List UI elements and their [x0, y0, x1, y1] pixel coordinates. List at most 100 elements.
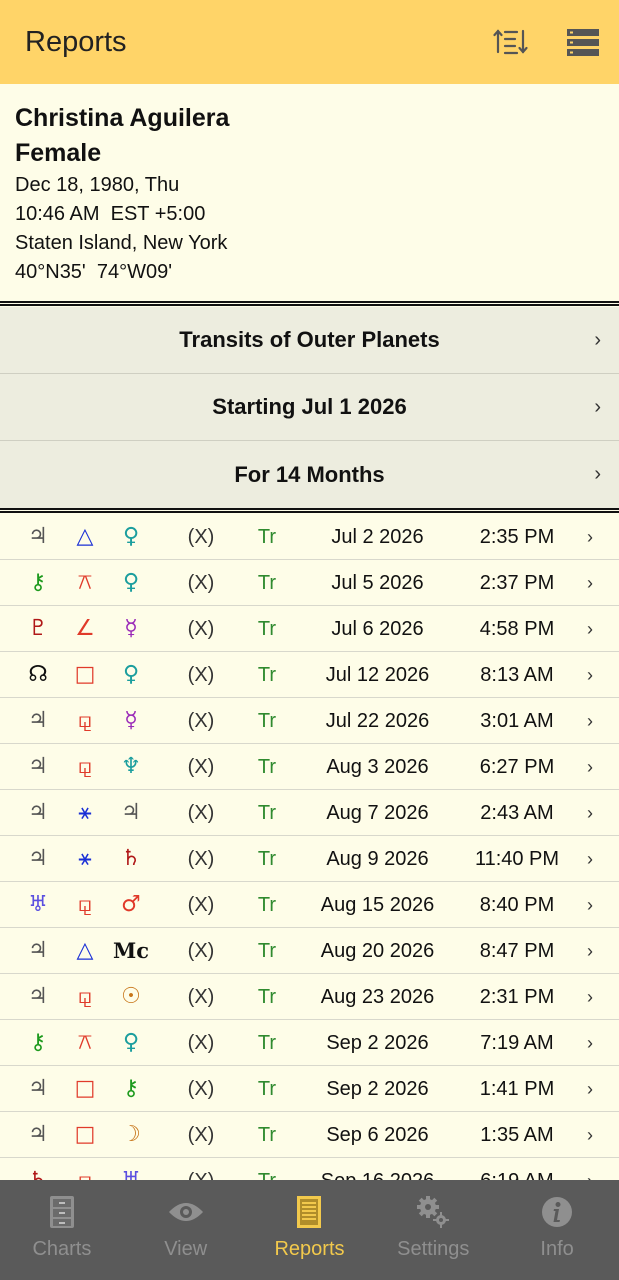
divider: [0, 508, 619, 513]
transit-planet-glyph: ⚷: [29, 1030, 47, 1055]
transit-type: Tr: [257, 1078, 277, 1100]
transit-row[interactable]: ♃ ⚼ ☿ (X) Tr Jul 22 2026 3:01 AM ›: [0, 698, 619, 744]
natal-point-glyph: ☿: [124, 616, 138, 641]
transit-time: 2:35 PM: [479, 526, 555, 548]
transit-type: Tr: [257, 986, 277, 1008]
transit-planet-glyph: ♇: [28, 616, 48, 641]
report-type-row[interactable]: Transits of Outer Planets ›: [0, 307, 619, 374]
transit-type: Tr: [257, 894, 277, 916]
transit-date: Aug 20 2026: [320, 940, 435, 962]
nav-charts-label: Charts: [32, 1238, 92, 1260]
transit-date: Jul 2 2026: [331, 526, 424, 548]
page-title: Reports: [25, 26, 127, 58]
nav-reports-label: Reports: [274, 1238, 345, 1260]
aspect-flag: (X): [187, 756, 215, 778]
transit-date: Sep 2 2026: [326, 1032, 429, 1054]
gears-icon: [417, 1196, 450, 1228]
aspect-glyph: ⚹: [78, 800, 92, 825]
transit-time: 6:19 AM: [462, 1158, 572, 1180]
chevron-right-icon: ›: [587, 1079, 593, 1099]
transit-row[interactable]: ♃ ⚹ ♃ (X) Tr Aug 7 2026 2:43 AM ›: [0, 790, 619, 836]
duration-row[interactable]: For 14 Months ›: [0, 441, 619, 508]
transit-row[interactable]: ⚷ ⚻ ♀ (X) Tr Sep 2 2026 7:19 AM ›: [0, 1020, 619, 1066]
transit-time: 1:35 AM: [480, 1124, 554, 1146]
chevron-right-icon: ›: [594, 396, 601, 418]
aspect-glyph: □: [74, 1076, 96, 1101]
aspect-flag: (X): [187, 940, 215, 962]
transit-row[interactable]: ♅ ⚼ ♂ (X) Tr Aug 15 2026 8:40 PM ›: [0, 882, 619, 928]
nav-reports[interactable]: Reports: [248, 1180, 372, 1280]
aspect-flag: (X): [187, 710, 215, 732]
transit-type: Tr: [257, 848, 277, 870]
transit-planet-glyph: ♃: [28, 524, 48, 549]
chart-info-panel: Christina Aguilera Female Dec 18, 1980, …: [0, 84, 619, 302]
natal-point-glyph: ♅: [110, 1158, 152, 1180]
transit-time: 1:41 PM: [479, 1078, 555, 1100]
transit-date: Sep 6 2026: [326, 1124, 429, 1146]
aspect-flag: (X): [187, 986, 215, 1008]
transit-date: Aug 9 2026: [326, 848, 429, 870]
transit-date: Aug 7 2026: [326, 802, 429, 824]
aspect-glyph: △: [76, 524, 94, 549]
transit-time: 8:47 PM: [479, 940, 555, 962]
aspect-flag: (X): [187, 848, 215, 870]
birth-time: 10:46 AM EST +5:00: [15, 203, 206, 225]
chevron-right-icon: ›: [587, 619, 593, 639]
transit-type: Tr: [257, 756, 277, 778]
transit-planet-glyph: ♃: [28, 754, 48, 779]
natal-point-glyph: ☽: [121, 1122, 141, 1147]
person-gender: Female: [15, 139, 102, 167]
transit-row[interactable]: ♃ □ ⚷ (X) Tr Sep 2 2026 1:41 PM ›: [0, 1066, 619, 1112]
transit-type: Tr: [257, 618, 277, 640]
natal-point-glyph: ♃: [121, 800, 141, 825]
transit-time: 8:13 AM: [480, 664, 554, 686]
transit-date: Aug 23 2026: [320, 986, 435, 1008]
natal-point-glyph: ♀: [122, 570, 140, 595]
report-type-label: Transits of Outer Planets: [179, 327, 440, 352]
nav-charts[interactable]: Charts: [0, 1180, 124, 1280]
transit-row[interactable]: ♃ △ Mc (X) Tr Aug 20 2026 8:47 PM ›: [0, 928, 619, 974]
transit-date: Sep 16 2026: [300, 1158, 455, 1180]
transit-type: Tr: [257, 1032, 277, 1054]
transit-row[interactable]: ♄ ⚼♅ (X) Tr Sep 16 2026 6:19 AM ›: [0, 1158, 619, 1180]
aspect-glyph: ⚼: [77, 754, 93, 779]
transit-planet-glyph: ♅: [28, 892, 48, 917]
aspect-glyph: ∠: [75, 616, 95, 641]
transit-type: Tr: [257, 1124, 277, 1146]
transit-date: Aug 3 2026: [326, 756, 429, 778]
chevron-right-icon: ›: [587, 1033, 593, 1053]
transit-time: 2:37 PM: [479, 572, 555, 594]
natal-point-glyph: ♆: [121, 754, 141, 779]
natal-point-glyph: ♀: [122, 524, 140, 549]
sort-button[interactable]: [488, 22, 534, 62]
transit-row[interactable]: ♃ △ ♀ (X) Tr Jul 2 2026 2:35 PM ›: [0, 514, 619, 560]
transit-row[interactable]: ♃ □ ☽ (X) Tr Sep 6 2026 1:35 AM ›: [0, 1112, 619, 1158]
list-menu-icon: [567, 29, 599, 56]
chevron-right-icon: ›: [594, 463, 601, 485]
transit-row[interactable]: ♃ ⚼ ☉ (X) Tr Aug 23 2026 2:31 PM ›: [0, 974, 619, 1020]
aspect-glyph: ⚼: [64, 1158, 106, 1180]
transit-time: 7:19 AM: [480, 1032, 554, 1054]
chevron-right-icon: ›: [587, 895, 593, 915]
transit-row[interactable]: ☊ □ ♀ (X) Tr Jul 12 2026 8:13 AM ›: [0, 652, 619, 698]
nav-info[interactable]: Info: [495, 1180, 619, 1280]
transit-list[interactable]: ♃ △ ♀ (X) Tr Jul 2 2026 2:35 PM › ⚷ ⚻ ♀ (X) Tr Jul 5 …: [0, 514, 619, 1180]
transit-row[interactable]: ♃ ⚹ ♄ (X) Tr Aug 9 2026 11:40 PM ›: [0, 836, 619, 882]
aspect-flag: (X): [187, 618, 215, 640]
natal-point-glyph: ☉: [121, 984, 141, 1009]
chevron-right-icon: ›: [587, 711, 593, 731]
nav-settings[interactable]: Settings: [371, 1180, 495, 1280]
aspect-glyph: ⚼: [77, 984, 93, 1009]
transit-row[interactable]: ♇ ∠ ☿ (X) Tr Jul 6 2026 4:58 PM ›: [0, 606, 619, 652]
list-menu-button[interactable]: [560, 22, 606, 62]
transit-date: Jul 22 2026: [325, 710, 430, 732]
aspect-flag: (X): [187, 802, 215, 824]
transit-type: Tr: [257, 664, 277, 686]
chevron-right-icon: ›: [587, 1125, 593, 1145]
transit-planet-glyph: ♃: [28, 708, 48, 733]
nav-view[interactable]: View: [124, 1180, 248, 1280]
transit-type: Tr: [257, 802, 277, 824]
start-date-row[interactable]: Starting Jul 1 2026 ›: [0, 374, 619, 441]
transit-row[interactable]: ⚷ ⚻ ♀ (X) Tr Jul 5 2026 2:37 PM ›: [0, 560, 619, 606]
transit-row[interactable]: ♃ ⚼ ♆ (X) Tr Aug 3 2026 6:27 PM ›: [0, 744, 619, 790]
